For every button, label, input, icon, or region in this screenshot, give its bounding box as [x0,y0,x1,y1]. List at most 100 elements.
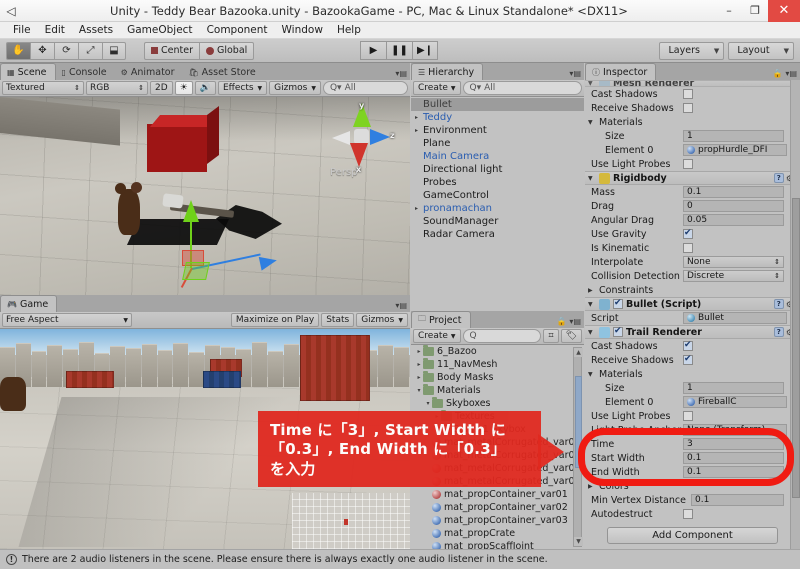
project-item-mat-propcontainer-var03[interactable]: mat_propContainer_var03 [411,514,584,527]
project-item-11-navmesh[interactable]: ▸ 11_NavMesh [411,358,584,371]
row-receive-shadows[interactable]: Receive Shadows [585,101,800,115]
autodestruct-checkbox[interactable] [683,509,693,519]
row-cast-shadows[interactable]: Cast Shadows [585,87,800,101]
pivot-mode-button[interactable]: Center [144,41,199,60]
drag-field[interactable]: 0 [683,200,784,212]
scene-gizmo-x-cone[interactable] [350,143,368,167]
menu-assets[interactable]: Assets [72,22,120,39]
scene-search-input[interactable]: Q▾ All [322,81,408,95]
row-mass[interactable]: Mass 0.1 [585,185,800,199]
trail-renderer-enabled-checkbox[interactable] [613,326,623,337]
row-angular-drag[interactable]: Angular Drag 0.05 [585,213,800,227]
disclosure-icon[interactable]: ▸ [415,114,423,121]
menu-gameobject[interactable]: GameObject [120,22,199,39]
hierarchy-item-soundmanager[interactable]: SoundManager [411,215,584,228]
row-autodestruct[interactable]: Autodestruct [585,507,800,521]
project-create-button[interactable]: Create ▼ [413,329,461,343]
project-item-mat-propcontainer-var01[interactable]: mat_propContainer_var01 [411,488,584,501]
scale-tool-icon[interactable]: ⤢ [78,41,102,60]
menu-edit[interactable]: Edit [38,22,72,39]
restore-button[interactable]: ❐ [742,0,768,22]
scroll-down-icon[interactable]: ▼ [574,537,583,546]
row-use-light-probes[interactable]: Use Light Probes [585,157,800,171]
row-materials-size[interactable]: Size 1 [585,129,800,143]
aspect-dropdown[interactable]: Free Aspect ▼ [2,313,132,327]
foldout-icon[interactable]: ▼ [588,301,596,308]
trail-cast-shadows-checkbox[interactable] [683,340,693,351]
scene-gizmo-core[interactable] [354,129,369,144]
use-light-probes-checkbox[interactable] [683,159,693,169]
project-item-mat-propcontainer-var02[interactable]: mat_propContainer_var02 [411,501,584,514]
perspective-label[interactable]: Persp [330,167,358,178]
hierarchy-item-pronamachan[interactable]: ▸ pronamachan [411,202,584,215]
hierarchy-item-plane[interactable]: Plane [411,137,584,150]
component-header-rigidbody[interactable]: ▼ Rigidbody ? ⚙▾ [585,171,800,185]
use-gravity-checkbox[interactable] [683,228,693,239]
draw-mode-dropdown[interactable]: Textured ⇕ [2,81,84,95]
project-item-skyboxes[interactable]: ▾ Skyboxes [411,397,584,410]
row-script[interactable]: Script Bullet ◎ [585,311,800,325]
disclosure-icon[interactable]: ▾ [424,400,432,407]
menu-file[interactable]: File [6,22,38,39]
is-kinematic-checkbox[interactable] [683,243,693,253]
row-materials[interactable]: ▼ Materials [585,115,800,129]
help-icon[interactable]: ? [773,173,784,183]
tab-hierarchy[interactable]: ☰ Hierarchy [411,63,484,80]
row-trail-receive-shadows[interactable]: Receive Shadows [585,353,800,367]
hierarchy-item-radar-camera[interactable]: Radar Camera [411,228,584,241]
move-tool-icon[interactable]: ✥ [30,41,54,60]
help-icon[interactable]: ? [773,299,784,309]
scene-gizmo-negx-cone[interactable] [332,131,350,145]
row-materials-element0[interactable]: Element 0 propHurdle_DFI ◎ [585,143,800,157]
hierarchy-item-gamecontrol[interactable]: GameControl [411,189,584,202]
hierarchy-item-environment[interactable]: ▸ Environment [411,124,584,137]
cast-shadows-checkbox[interactable] [683,89,693,99]
bullet-script-enabled-checkbox[interactable] [613,298,623,309]
foldout-icon[interactable]: ▼ [588,119,596,126]
layers-dropdown[interactable]: Layers ▼ [659,41,725,60]
inspector-scrollbar[interactable] [790,80,800,549]
interpolate-dropdown[interactable]: None ⇕ [683,256,784,268]
foldout-icon[interactable]: ▼ [588,371,596,378]
step-button[interactable]: ▶❙ [412,41,438,60]
collision-detection-dropdown[interactable]: Discrete ⇕ [683,270,784,282]
add-component-button[interactable]: Add Component [607,527,778,544]
project-item-6-bazoo[interactable]: ▸ 6_Bazoo [411,345,584,358]
hierarchy-panel-menu-icon[interactable]: ▾▤ [569,69,581,78]
foldout-icon[interactable]: ▼ [588,329,596,336]
trail-use-light-probes-checkbox[interactable] [683,411,693,421]
materials-element0-objectfield[interactable]: propHurdle_DFI [683,144,787,156]
row-is-kinematic[interactable]: Is Kinematic [585,241,800,255]
project-search-input[interactable]: Q [462,329,542,343]
audio-icon[interactable]: 🔊 [194,81,216,95]
hierarchy-search-input[interactable]: Q▾ All [462,81,582,95]
disclosure-icon[interactable]: ▸ [415,374,423,381]
project-panel-menu-icon[interactable]: 🔒 ▾▤ [557,317,581,326]
game-panel-menu-icon[interactable]: ▾▤ [395,301,407,310]
project-item-mat-propscaffjoint[interactable]: mat_propScaffJoint [411,540,584,549]
hand-tool-icon[interactable]: ✋ [6,41,30,60]
angular-drag-field[interactable]: 0.05 [683,214,784,226]
tab-animator[interactable]: ⚙ Animator [115,64,183,80]
rect-tool-icon[interactable]: ⬓ [102,41,126,60]
component-header-mesh-renderer[interactable]: ▼ Mesh Renderer [585,80,800,87]
tab-console[interactable]: ▯ Console [56,64,115,80]
component-header-bullet-script[interactable]: ▼ Bullet (Script) ? ⚙▾ [585,297,800,311]
pause-button[interactable]: ❚❚ [386,41,412,60]
hierarchy-item-directional-light[interactable]: Directional light [411,163,584,176]
disclosure-icon[interactable]: ▸ [415,127,423,134]
game-gizmos-dropdown[interactable]: Gizmos ▼ [356,313,408,327]
row-use-gravity[interactable]: Use Gravity [585,227,800,241]
status-bar[interactable]: ! There are 2 audio listeners in the sce… [0,549,800,569]
hierarchy-item-main-camera[interactable]: Main Camera [411,150,584,163]
foldout-icon[interactable]: ▶ [588,287,596,294]
gizmos-dropdown[interactable]: Gizmos ▼ [269,81,321,95]
row-constraints[interactable]: ▶ Constraints [585,283,800,297]
row-interpolate[interactable]: Interpolate None ⇕ [585,255,800,269]
space-mode-button[interactable]: Global [198,41,255,60]
row-trail-materials-element0[interactable]: Element 0 FireballC ◎ [585,395,800,409]
menu-help[interactable]: Help [330,22,368,39]
hierarchy-item-probes[interactable]: Probes [411,176,584,189]
component-header-trail-renderer[interactable]: ▼ Trail Renderer ? ⚙▾ [585,325,800,339]
menu-window[interactable]: Window [275,22,330,39]
